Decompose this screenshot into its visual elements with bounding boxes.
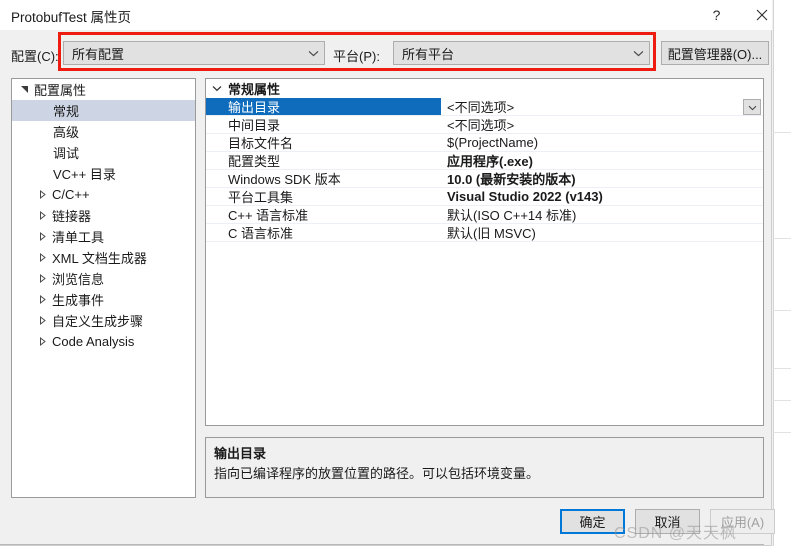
property-name: 平台工具集 [228,190,294,205]
property-row[interactable]: 目标文件名 $(ProjectName) [206,134,763,152]
tree-item-2[interactable]: 高级 [12,121,195,142]
tree-item-label: 常规 [53,104,80,119]
triangle-right-icon [34,190,50,199]
tree-item-label: 配置属性 [34,83,87,98]
tree-item-label: 清单工具 [52,230,105,245]
title-bar: ProtobufTest 属性页 ? [0,0,772,30]
chevron-down-icon [627,50,649,57]
platform-dropdown[interactable]: 所有平台 [393,41,650,65]
chevron-down-icon [302,50,324,57]
tree-item-9[interactable]: 浏览信息 [12,268,195,289]
configuration-manager-button[interactable]: 配置管理器(O)... [661,41,769,65]
help-button[interactable]: ? [694,0,739,30]
description-title: 输出目录 [214,446,267,461]
tree-item-label: C/C++ [52,187,90,202]
property-value[interactable]: <不同选项> [441,116,763,133]
property-tree-panel[interactable]: 配置属性常规高级调试 VC++ 目录 C/C++ 链接器清单工具 XML 文档生成器 浏览… [11,78,196,498]
dialog-title: ProtobufTest 属性页 [11,10,132,25]
tree-item-12[interactable]: Code Analysis [12,331,195,352]
tree-item-label: 自定义生成步骤 [52,314,144,329]
tree-item-label: 高级 [53,125,80,140]
tree-item-10[interactable]: 生成事件 [12,289,195,310]
property-name: C++ 语言标准 [228,208,309,223]
chevron-down-icon [206,85,228,92]
property-row[interactable]: C 语言标准 默认(旧 MSVC) [206,224,763,242]
property-name: Windows SDK 版本 [228,172,341,187]
tree-item-11[interactable]: 自定义生成步骤 [12,310,195,331]
property-value[interactable]: 10.0 (最新安装的版本) [441,170,763,187]
property-name: 中间目录 [228,118,281,133]
dialog-bottom-divider [0,544,764,545]
triangle-right-icon [34,337,50,346]
property-row[interactable]: 中间目录 <不同选项> [206,116,763,134]
triangle-right-icon [34,232,50,241]
ok-button[interactable]: 确定 [560,509,625,534]
tree-item-label: Code Analysis [52,334,135,349]
background-pane [773,0,791,546]
tree-item-label: 浏览信息 [52,272,105,287]
property-value[interactable]: <不同选项> [441,98,763,115]
grid-section-header[interactable]: 常规属性 [206,79,763,98]
triangle-down-icon [16,85,32,94]
close-icon [756,9,768,21]
tree-item-4[interactable]: VC++ 目录 [12,163,195,184]
tree-item-6[interactable]: 链接器 [12,205,195,226]
property-value[interactable]: $(ProjectName) [441,134,763,151]
close-button[interactable] [739,0,784,30]
configuration-label: 配置(C): [11,49,59,64]
configuration-value: 所有配置 [72,46,125,62]
tree-item-label: 链接器 [52,209,92,224]
property-name: 配置类型 [228,154,281,169]
question-mark-icon: ? [712,7,721,23]
property-pages-dialog: ProtobufTest 属性页 ? 配置(C): 所有配置 平台(P): 所有… [0,0,775,546]
value-dropdown-button[interactable] [743,99,761,115]
tree-item-8[interactable]: XML 文档生成器 [12,247,195,268]
tree-item-label: 调试 [53,146,80,161]
property-grid-panel[interactable]: 常规属性 输出目录 <不同选项> 中间目录 <不同选项> 目标文件名 $(ProjectN… [205,78,764,426]
tree-item-1[interactable]: 常规 [12,100,195,121]
platform-label: 平台(P): [333,49,380,64]
tree-item-7[interactable]: 清单工具 [12,226,195,247]
property-name: 输出目录 [206,98,441,115]
description-panel: 输出目录 指向已编译程序的放置位置的路径。可以包括环境变量。 [205,437,764,498]
chevron-down-icon [748,100,757,114]
property-value[interactable]: 默认(旧 MSVC) [441,224,763,241]
property-row[interactable]: 输出目录 <不同选项> [206,98,763,116]
description-body: 指向已编译程序的放置位置的路径。可以包括环境变量。 [214,466,540,481]
configuration-dropdown[interactable]: 所有配置 [63,41,325,65]
property-name: 目标文件名 [228,136,294,151]
tree-item-label: 生成事件 [52,293,105,308]
triangle-right-icon [34,211,50,220]
property-row[interactable]: 配置类型 应用程序(.exe) [206,152,763,170]
triangle-right-icon [34,274,50,283]
triangle-right-icon [34,295,50,304]
tree-item-5[interactable]: C/C++ [12,184,195,205]
apply-button[interactable]: 应用(A) [710,509,775,534]
property-row[interactable]: Windows SDK 版本 10.0 (最新安装的版本) [206,170,763,188]
grid-section-title: 常规属性 [228,82,281,97]
tree-item-0[interactable]: 配置属性 [12,79,195,100]
platform-value: 所有平台 [402,46,455,62]
tree-item-3[interactable]: 调试 [12,142,195,163]
tree-item-label: XML 文档生成器 [52,251,147,266]
triangle-right-icon [34,253,50,262]
property-value[interactable]: Visual Studio 2022 (v143) [441,188,763,205]
property-row[interactable]: C++ 语言标准 默认(ISO C++14 标准) [206,206,763,224]
cancel-button[interactable]: 取消 [635,509,700,534]
screenshot-root: ProtobufTest 属性页 ? 配置(C): 所有配置 平台(P): 所有… [0,0,791,546]
triangle-right-icon [34,316,50,325]
property-value[interactable]: 应用程序(.exe) [441,152,763,169]
property-row[interactable]: 平台工具集 Visual Studio 2022 (v143) [206,188,763,206]
tree-item-label: VC++ 目录 [53,167,116,182]
property-value[interactable]: 默认(ISO C++14 标准) [441,206,763,223]
property-name: C 语言标准 [228,226,294,241]
